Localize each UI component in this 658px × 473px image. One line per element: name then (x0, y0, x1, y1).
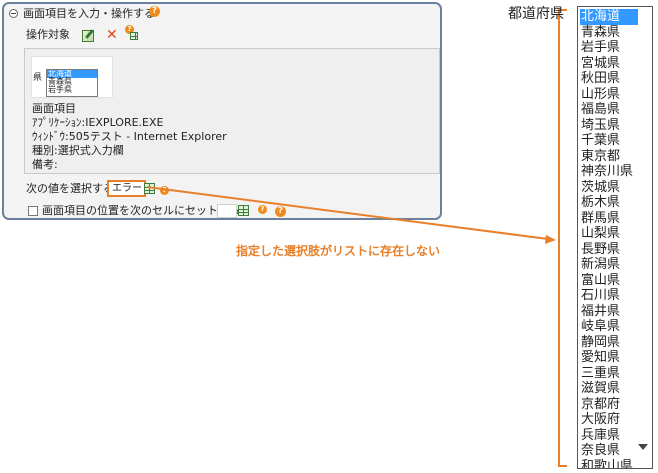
callout-arrow (146, 9, 567, 467)
prefecture-option[interactable]: 千葉県 (580, 133, 638, 149)
prefecture-option[interactable]: 山形県 (580, 87, 638, 103)
prefecture-option[interactable]: 大阪府 (580, 412, 638, 428)
prefecture-option[interactable]: 岩手県 (580, 40, 638, 56)
prefecture-items: 北海道 青森県 岩手県 宮城県 秋田県 山形県 福島県 埼玉県 千葉県 東京都 神奈川県 茨城県 栃木県… (580, 9, 638, 469)
scroll-down-arrow[interactable] (638, 444, 648, 450)
prefecture-option[interactable]: 青森県 (580, 25, 638, 41)
prefecture-option[interactable]: 岐阜県 (580, 319, 638, 335)
prefecture-option[interactable]: 山梨県 (580, 226, 638, 242)
prefecture-option[interactable]: 和歌山県 (580, 459, 638, 469)
prefecture-listbox[interactable]: 北海道 青森県 岩手県 宮城県 秋田県 山形県 福島県 埼玉県 千葉県 東京都 神奈川県 茨城県 栃木県… (577, 6, 653, 469)
callout-text: 指定した選択肢がリストに存在しない (236, 244, 441, 258)
prefecture-option[interactable]: 奈良県 (580, 443, 638, 459)
prefecture-option[interactable]: 福井県 (580, 304, 638, 320)
prefecture-option[interactable]: 滋賀県 (580, 381, 638, 397)
prefecture-option[interactable]: 宮城県 (580, 56, 638, 72)
prefecture-label: 都道府県 (508, 6, 564, 22)
prefecture-option[interactable]: 愛知県 (580, 350, 638, 366)
prefecture-option[interactable]: 栃木県 (580, 195, 638, 211)
prefecture-option[interactable]: 東京都 (580, 149, 638, 165)
prefecture-option[interactable]: 静岡県 (580, 335, 638, 351)
prefecture-option[interactable]: 富山県 (580, 273, 638, 289)
prefecture-option[interactable]: 北海道 (580, 9, 638, 25)
prefecture-option[interactable]: 神奈川県 (580, 164, 638, 180)
prefecture-option[interactable]: 三重県 (580, 366, 638, 382)
prefecture-option[interactable]: 長野県 (580, 242, 638, 258)
prefecture-option[interactable]: 秋田県 (580, 71, 638, 87)
prefecture-option[interactable]: 群馬県 (580, 211, 638, 227)
prefecture-option[interactable]: 福島県 (580, 102, 638, 118)
prefecture-option[interactable]: 京都府 (580, 397, 638, 413)
prefecture-option[interactable]: 新潟県 (580, 257, 638, 273)
prefecture-option[interactable]: 茨城県 (580, 180, 638, 196)
prefecture-option[interactable]: 兵庫県 (580, 428, 638, 444)
prefecture-option[interactable]: 石川県 (580, 288, 638, 304)
prefecture-option[interactable]: 埼玉県 (580, 118, 638, 134)
